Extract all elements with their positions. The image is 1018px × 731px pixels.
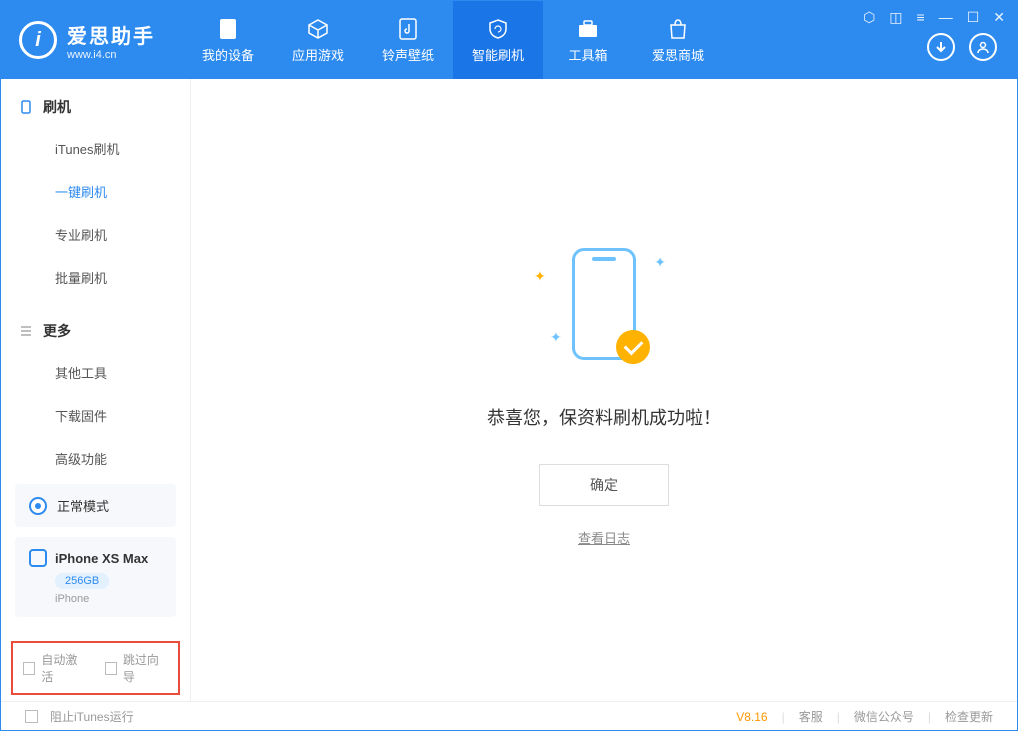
device-capacity: 256GB [55,573,109,589]
footer-link-support[interactable]: 客服 [799,708,823,725]
phone-outline-icon [19,100,33,114]
menu-icon[interactable]: ≡ [917,9,925,26]
nav-store[interactable]: 爱思商城 [633,1,723,79]
nav-label: 智能刷机 [472,45,524,64]
check-badge-icon [616,330,650,364]
device-name: iPhone XS Max [55,551,148,566]
mode-icon [29,497,47,515]
mode-card[interactable]: 正常模式 [15,484,176,527]
cube-icon [306,17,330,41]
view-log-link[interactable]: 查看日志 [578,528,630,547]
user-button[interactable] [969,33,997,61]
checkbox-label: 跳过向导 [123,651,168,685]
cube-small-icon[interactable]: ◫ [889,9,902,26]
sidebar-section-title: 更多 [43,321,71,341]
sidebar-item-onekey-flash[interactable]: 一键刷机 [1,170,190,213]
nav-my-device[interactable]: 我的设备 [183,1,273,79]
logo-title: 爱思助手 [67,20,155,49]
sidebar: 刷机 iTunes刷机 一键刷机 专业刷机 批量刷机 更多 其他工具 下载固件 … [1,79,191,701]
shield-refresh-icon [486,17,510,41]
sidebar-item-pro-flash[interactable]: 专业刷机 [1,213,190,256]
success-message: 恭喜您，保资料刷机成功啦！ [487,404,721,430]
nav-apps[interactable]: 应用游戏 [273,1,363,79]
device-card[interactable]: iPhone XS Max 256GB iPhone [15,537,176,617]
checkbox-skip-wizard[interactable]: 跳过向导 [105,651,169,685]
device-icon [29,549,47,567]
checkbox-icon [105,662,117,675]
sidebar-item-download-firmware[interactable]: 下载固件 [1,394,190,437]
sidebar-item-batch-flash[interactable]: 批量刷机 [1,256,190,299]
sparkle-icon: ✦ [550,329,562,346]
checkbox-auto-activate[interactable]: 自动激活 [23,651,87,685]
device-type: iPhone [55,593,162,605]
window-controls: ⬡ ◫ ≡ — ☐ ✕ [863,9,1005,26]
header-right-actions [927,33,997,61]
sparkle-icon: ✦ [534,268,546,285]
footer-link-update[interactable]: 检查更新 [945,708,993,725]
version-label: V8.16 [736,710,767,724]
nav-flash[interactable]: 智能刷机 [453,1,543,79]
nav-label: 应用游戏 [292,45,344,64]
sidebar-item-itunes-flash[interactable]: iTunes刷机 [1,127,190,170]
sidebar-item-advanced[interactable]: 高级功能 [1,437,190,480]
footer-link-wechat[interactable]: 微信公众号 [854,708,914,725]
close-icon[interactable]: ✕ [993,9,1005,26]
maximize-icon[interactable]: ☐ [967,9,980,26]
logo-icon: i [19,21,57,59]
checkbox-icon [23,662,35,675]
checkbox-icon [25,710,38,723]
mode-label: 正常模式 [57,496,109,515]
nav-label: 工具箱 [568,45,607,64]
music-file-icon [396,17,420,41]
sidebar-section-title: 刷机 [43,97,71,117]
nav-label: 我的设备 [202,45,254,64]
nav-toolbox[interactable]: 工具箱 [543,1,633,79]
sidebar-item-other-tools[interactable]: 其他工具 [1,351,190,394]
nav-label: 爱思商城 [652,45,704,64]
top-nav: 我的设备 应用游戏 铃声壁纸 智能刷机 工具箱 爱思商城 [183,1,723,79]
toolbox-icon [576,17,600,41]
sidebar-section-more: 更多 [1,321,190,351]
separator: | [782,710,785,724]
nav-ringtones[interactable]: 铃声壁纸 [363,1,453,79]
phone-icon [216,17,240,41]
logo-url: www.i4.cn [67,49,155,61]
sidebar-options-highlight: 自动激活 跳过向导 [11,641,180,695]
checkbox-label: 自动激活 [41,651,86,685]
main-content: ✦ ✦ ✦ 恭喜您，保资料刷机成功啦！ 确定 查看日志 [191,79,1017,701]
separator: | [837,710,840,724]
success-illustration: ✦ ✦ ✦ [504,234,704,374]
separator: | [928,710,931,724]
nav-label: 铃声壁纸 [382,45,434,64]
sidebar-section-flash: 刷机 [1,97,190,127]
logo[interactable]: i 爱思助手 www.i4.cn [1,20,173,61]
sparkle-icon: ✦ [654,254,666,271]
ok-button[interactable]: 确定 [539,464,669,506]
download-button[interactable] [927,33,955,61]
list-icon [19,324,33,338]
minimize-icon[interactable]: — [939,9,953,26]
checkbox-block-itunes[interactable]: 阻止iTunes运行 [25,708,134,725]
header: i 爱思助手 www.i4.cn 我的设备 应用游戏 铃声壁纸 智能刷机 工具箱 [1,1,1017,79]
shirt-icon[interactable]: ⬡ [863,9,875,26]
footer: 阻止iTunes运行 V8.16 | 客服 | 微信公众号 | 检查更新 [1,701,1017,731]
bag-icon [666,17,690,41]
checkbox-label: 阻止iTunes运行 [50,708,134,725]
